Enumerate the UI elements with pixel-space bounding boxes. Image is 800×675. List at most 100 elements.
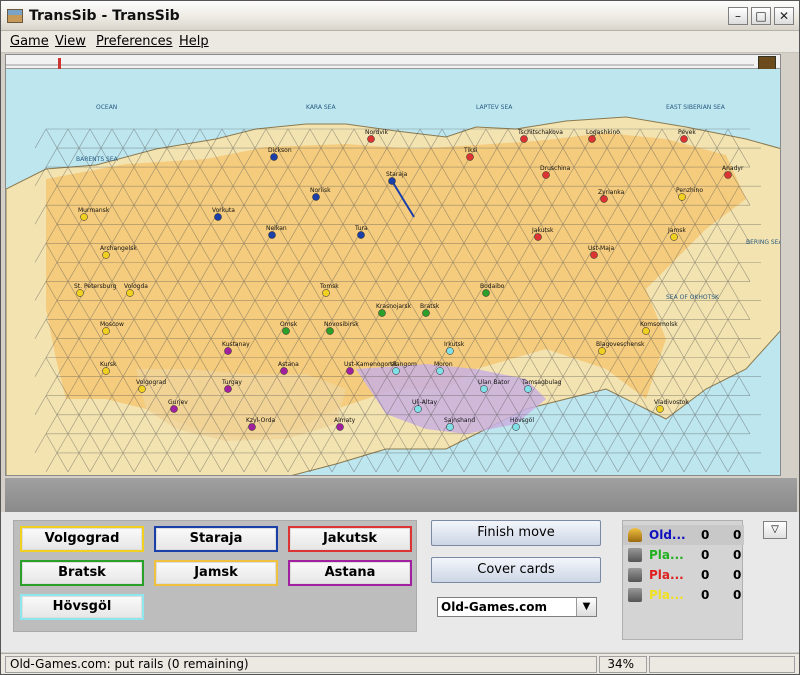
- maximize-icon[interactable]: □: [751, 7, 771, 25]
- city-label: Krasnojarsk: [376, 303, 412, 310]
- city-label: Bratsk: [420, 303, 440, 310]
- player-tickets: 0: [733, 568, 742, 582]
- city-label: Ust-Maja: [588, 245, 615, 252]
- card-volgograd[interactable]: Volgograd: [20, 526, 144, 552]
- player-tickets: 0: [733, 548, 742, 562]
- card-hovsgol[interactable]: Hövsgöl: [20, 594, 144, 620]
- card-astana[interactable]: Astana: [288, 560, 412, 586]
- window-title: TransSib - TransSib: [29, 8, 180, 24]
- city-label: Ulan Bator: [478, 379, 510, 386]
- city-label: Vologda: [124, 283, 148, 290]
- player-name: Pla...: [649, 548, 684, 562]
- player-score: 0: [701, 548, 710, 562]
- card-panel: Volgograd Staraja Jakutsk Bratsk Jamsk A…: [13, 520, 417, 632]
- city-label: Komsomolsk: [640, 321, 678, 328]
- game-map[interactable]: Nordvik Tschitschakova Logashkino Pevek Dick…: [5, 54, 781, 476]
- city-label: Turgay: [221, 379, 242, 386]
- close-icon[interactable]: ✕: [774, 7, 794, 25]
- treasure-chest-icon[interactable]: [758, 56, 776, 70]
- minimize-icon[interactable]: –: [728, 7, 748, 25]
- player-name: Pla...: [649, 588, 684, 602]
- card-jamsk[interactable]: Jamsk: [154, 560, 278, 586]
- player-score: 0: [701, 528, 710, 542]
- cover-cards-button[interactable]: Cover cards: [431, 557, 601, 583]
- ruler-slider-handle[interactable]: [58, 58, 61, 69]
- city-label: Tamsagbulag: [521, 379, 562, 386]
- city-label: Vladivostok: [654, 399, 689, 406]
- city-label: Sajnshand: [444, 417, 475, 424]
- player-tickets: 0: [733, 528, 742, 542]
- status-extra: [649, 656, 795, 673]
- city-label: Moron: [434, 361, 453, 368]
- divider-band: [5, 478, 797, 512]
- city-label: Druschina: [540, 165, 571, 172]
- city-label: Moscow: [100, 321, 124, 328]
- city-label: Kustanay: [222, 341, 250, 348]
- sea-label: KARA SEA: [306, 104, 336, 111]
- city-label: Tura: [354, 225, 368, 232]
- city-label: Volgograd: [136, 379, 166, 386]
- score-row: Pla... 0 0: [623, 565, 744, 585]
- city-label: Murmansk: [78, 207, 110, 214]
- player-select-value: Old-Games.com: [441, 600, 548, 614]
- sea-label: SEA OF OKHOTSK: [666, 294, 720, 301]
- robot-icon: [628, 588, 642, 602]
- sea-label: LAPTEV SEA: [476, 104, 513, 111]
- status-message: Old-Games.com: put rails (0 remaining): [5, 656, 597, 673]
- sea-label: BERING SEA: [746, 239, 781, 246]
- menu-view[interactable]: View: [55, 34, 86, 49]
- player-name: Pla...: [649, 568, 684, 582]
- pawn-icon: [628, 528, 642, 542]
- title-bar: TransSib - TransSib – □ ✕: [1, 1, 799, 31]
- zoom-ruler[interactable]: [6, 55, 780, 70]
- city-label: Anadyr: [722, 165, 744, 172]
- city-label: St. Petersburg: [74, 283, 117, 290]
- city-label: Pevek: [678, 129, 696, 136]
- card-jakutsk[interactable]: Jakutsk: [288, 526, 412, 552]
- score-row: Old... 0 0: [623, 525, 744, 545]
- city-label: Penzhino: [676, 187, 703, 194]
- menu-help[interactable]: Help: [179, 34, 209, 49]
- score-row: Pla... 0 0: [623, 545, 744, 565]
- city-label: Almaty: [334, 417, 356, 424]
- player-score: 0: [701, 568, 710, 582]
- city-label: Omsk: [280, 321, 298, 328]
- city-label: Novosibirsk: [324, 321, 359, 328]
- city-label: Ulj-Altay: [412, 399, 438, 406]
- ruler-ticks: [6, 58, 754, 69]
- sea-label: EAST SIBERIAN SEA: [666, 104, 726, 111]
- city-label: Dickson: [268, 147, 292, 154]
- player-score: 0: [701, 588, 710, 602]
- sea-label: BARENTS SEA: [76, 156, 119, 163]
- finish-move-button[interactable]: Finish move: [431, 520, 601, 546]
- menu-game[interactable]: Game: [10, 34, 49, 49]
- city-label: Jakutsk: [531, 227, 554, 234]
- collapse-panel-icon[interactable]: ▽: [763, 521, 787, 539]
- city-label: Nordvik: [365, 129, 389, 136]
- city-label: Vorkuta: [212, 207, 235, 214]
- card-bratsk[interactable]: Bratsk: [20, 560, 144, 586]
- player-select[interactable]: Old-Games.com ▼: [437, 597, 597, 617]
- control-panel: Volgograd Staraja Jakutsk Bratsk Jamsk A…: [1, 512, 799, 652]
- city-label: Irkutsk: [444, 341, 465, 348]
- city-label: Blagoveschensk: [596, 341, 645, 348]
- robot-icon: [628, 548, 642, 562]
- city-label: Tomsk: [319, 283, 339, 290]
- city-label: Kzyl-Orda: [246, 417, 276, 424]
- city-label: Archangelsk: [100, 245, 137, 252]
- chevron-down-icon[interactable]: ▼: [576, 598, 596, 616]
- city-label: Nelkan: [266, 225, 287, 232]
- card-staraja[interactable]: Staraja: [154, 526, 278, 552]
- map-canvas[interactable]: Nordvik Tschitschakova Logashkino Pevek Dick…: [6, 69, 781, 476]
- menu-preferences[interactable]: Preferences: [96, 34, 172, 49]
- city-label: Tiksi: [463, 147, 478, 154]
- city-label: Kursk: [100, 361, 117, 368]
- score-table: Old... 0 0 Pla... 0 0 Pla... 0 0 Pla... 0 0: [622, 520, 744, 640]
- city-label: Gurjev: [168, 399, 188, 406]
- city-label: Staraja: [386, 171, 408, 178]
- zoom-level: 34%: [599, 656, 647, 673]
- menu-bar: Game View Preferences Help: [1, 31, 799, 53]
- robot-icon: [628, 568, 642, 582]
- city-label: Bodaibo: [480, 283, 505, 290]
- city-label: Noriisk: [310, 187, 331, 194]
